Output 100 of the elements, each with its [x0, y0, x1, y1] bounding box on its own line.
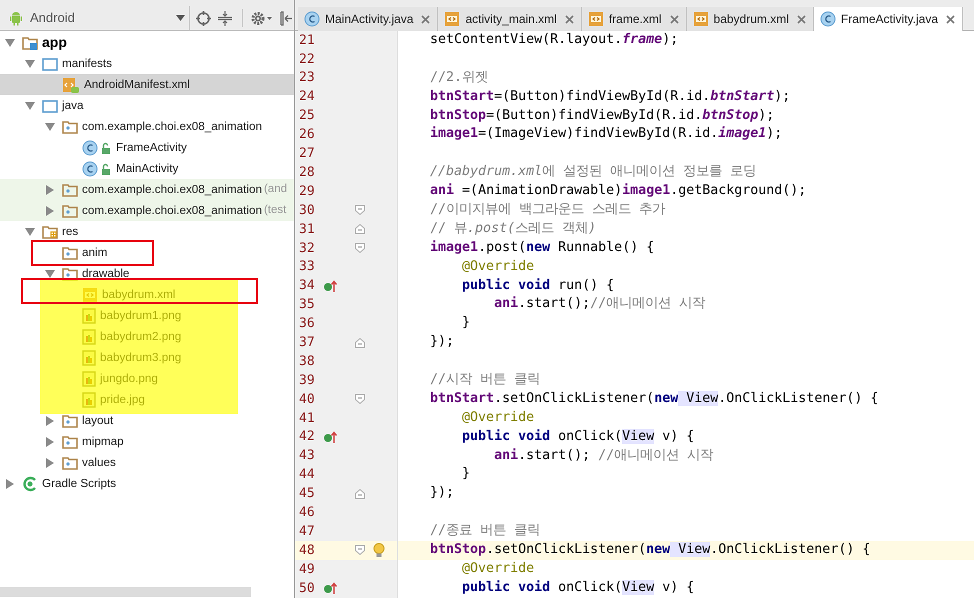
code-line: ani.start(); //애니메이션 시작	[493, 446, 714, 465]
line-number: 21	[298, 32, 316, 50]
crosshair-icon[interactable]	[196, 10, 211, 26]
code-line: });	[429, 484, 456, 502]
line-number: 42	[298, 428, 316, 446]
package-folder-icon	[62, 118, 78, 134]
line-number: 44	[298, 466, 316, 484]
item-label: MainActivity	[116, 160, 178, 177]
tree-item[interactable]: MainActivity	[0, 158, 294, 179]
tree-item[interactable]: AndroidManifest.xml	[0, 74, 294, 95]
line-number: 50	[298, 580, 316, 598]
collapsed-arrow-icon	[46, 206, 54, 216]
collapse-all-icon[interactable]	[218, 10, 232, 26]
editor-tab[interactable]: babydrum.xml	[686, 7, 814, 31]
android-robot-icon	[8, 10, 24, 26]
close-icon	[421, 14, 430, 24]
item-suffix: (and	[264, 182, 287, 197]
line-number: 31	[298, 220, 316, 239]
item-label: pride.jpg	[100, 392, 145, 408]
folder-icon	[62, 244, 78, 260]
item-label: FrameActivity	[116, 140, 187, 156]
code-line: });	[429, 333, 456, 352]
item-label: babydrum1.png	[100, 308, 182, 324]
package-folder-icon	[62, 202, 78, 218]
close-icon	[796, 14, 806, 24]
close-icon	[946, 14, 956, 24]
item-label: mipmap	[82, 434, 124, 450]
item-label: drawable	[82, 266, 130, 282]
item-label: res	[62, 224, 78, 240]
close-icon	[670, 14, 679, 24]
class-icon	[82, 160, 112, 176]
expanded-arrow-icon	[25, 228, 35, 236]
expanded-arrow-icon	[45, 122, 55, 130]
tree-item[interactable]: layout	[0, 410, 294, 431]
gradle-icon	[22, 476, 38, 492]
line-number: 40	[298, 390, 316, 409]
code-line: setContentView(R.layout.frame);	[429, 31, 680, 49]
editor-tab[interactable]: FrameActivity.java	[814, 7, 964, 31]
tree-item[interactable]: anim	[0, 242, 294, 263]
item-label: app	[42, 33, 67, 52]
line-number: 47	[298, 522, 316, 541]
collapsed-arrow-icon	[6, 478, 14, 488]
xml-file-icon	[444, 11, 460, 27]
line-number: 39	[298, 372, 316, 390]
item-label: jungdo.png	[100, 370, 158, 387]
xml-file-icon	[692, 11, 709, 27]
tree-item[interactable]: app	[0, 32, 294, 53]
editor-tab[interactable]: MainActivity.java	[298, 7, 438, 31]
code-line: @Override	[461, 408, 536, 427]
horizontal-scrollbar[interactable]	[0, 587, 251, 597]
line-number: 48	[298, 542, 316, 560]
line-number: 36	[298, 315, 316, 334]
line-number: 24	[298, 88, 316, 106]
code-line: btnStart.setOnClickListener(new View.OnClickListener() {	[429, 390, 880, 408]
gear-icon[interactable]	[251, 10, 273, 26]
code-line: image1.post(new Runnable() {	[429, 238, 656, 257]
module-folder-icon	[22, 34, 38, 50]
code-line: ani.start();//애니메이션 시작	[493, 295, 706, 314]
tree-item[interactable]: manifests	[0, 53, 294, 74]
image-file-icon	[82, 328, 96, 344]
editor-tab[interactable]: frame.xml	[582, 7, 687, 31]
code-line: btnStop=(Button)findViewById(R.id.btnStop);	[429, 106, 776, 125]
item-label: layout	[82, 412, 114, 429]
collapsed-arrow-icon	[46, 458, 54, 468]
tree-item[interactable]: mipmap	[0, 431, 294, 452]
xml-file-icon	[588, 11, 604, 27]
line-number: 41	[298, 410, 316, 428]
item-label: Gradle Scripts	[42, 476, 116, 492]
line-number: 30	[298, 202, 316, 220]
item-label: babydrum3.png	[100, 350, 182, 366]
tree-item[interactable]: com.example.choi.ex08_animation (test	[0, 200, 294, 221]
class-icon	[820, 11, 836, 27]
tree-item[interactable]: drawable	[0, 263, 294, 284]
tree-item[interactable]: Gradle Scripts	[0, 473, 294, 494]
manifest-file-icon	[62, 76, 80, 92]
xml-file-icon	[82, 286, 98, 302]
code-line: public void run() {	[461, 276, 616, 295]
tree-item[interactable]: com.example.choi.ex08_animation (and	[0, 179, 294, 200]
tree-item[interactable]: com.example.choi.ex08_animation	[0, 116, 294, 137]
code-line: }	[461, 465, 472, 484]
item-label: com.example.choi.ex08_animation	[82, 118, 262, 135]
tree-item[interactable]: res	[0, 221, 294, 242]
tree-item[interactable]: FrameActivity	[0, 137, 294, 158]
item-label: AndroidManifest.xml	[84, 76, 190, 93]
line-number: 33	[298, 258, 316, 276]
line-number: 22	[298, 50, 316, 69]
line-number: 35	[298, 296, 316, 314]
tree-item[interactable]: java	[0, 95, 294, 116]
item-label: anim	[82, 244, 108, 261]
item-suffix: (test	[264, 202, 286, 218]
code-line: //시작 버튼 클릭	[429, 371, 542, 390]
editor-tab[interactable]: activity_main.xml	[438, 7, 582, 31]
resource-folder-icon	[42, 224, 58, 240]
folder-icon	[62, 454, 78, 470]
expanded-arrow-icon	[25, 60, 35, 68]
code-line: @Override	[461, 258, 536, 276]
tree-item[interactable]: values	[0, 452, 294, 473]
code-line: @Override	[461, 560, 536, 578]
line-number: 38	[298, 352, 316, 371]
pin-icon[interactable]	[279, 10, 293, 26]
